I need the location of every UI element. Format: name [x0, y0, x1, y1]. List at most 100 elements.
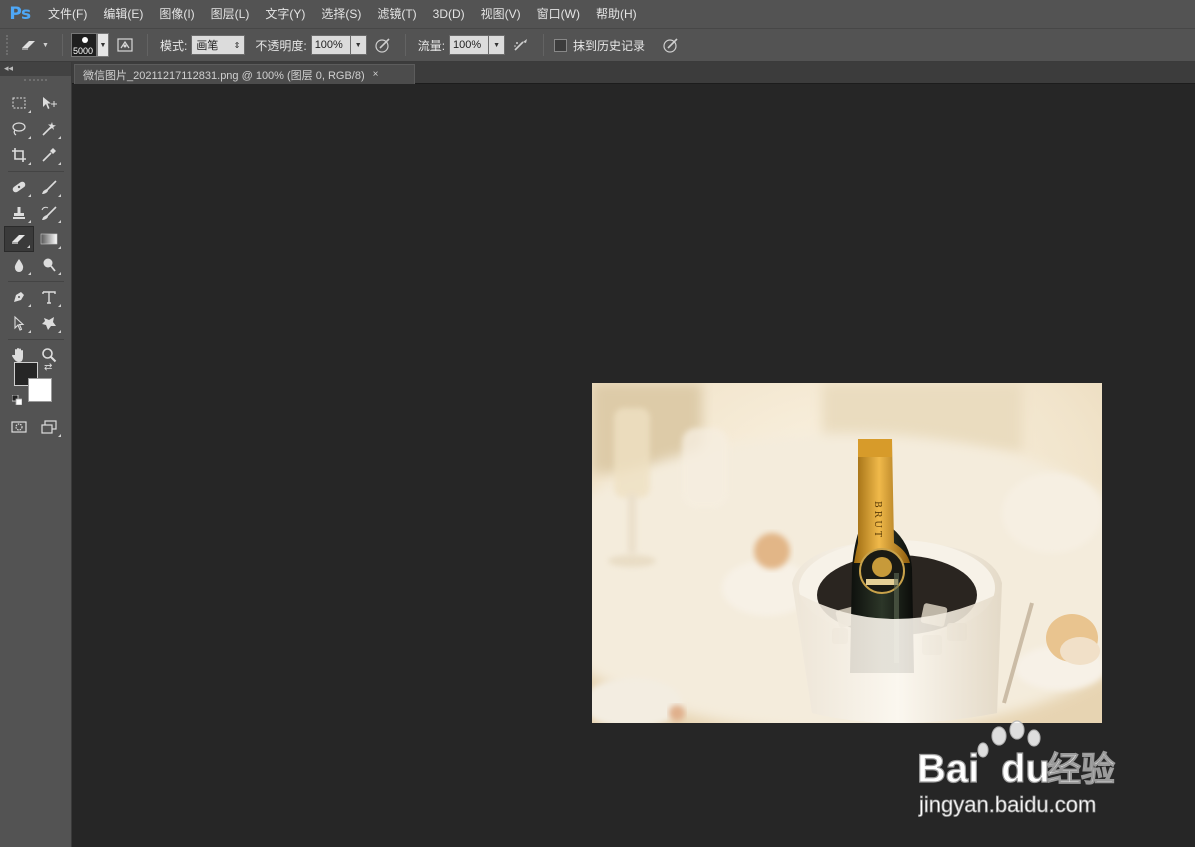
- separator: [62, 34, 63, 56]
- airbrush-button[interactable]: [509, 33, 533, 57]
- quick-mask-icon: [11, 421, 27, 433]
- erase-history-label: 抹到历史记录: [573, 38, 646, 53]
- brush-panel-icon: [117, 38, 133, 52]
- baidu-watermark: Bai du 经验 jingyan.baidu.com: [913, 718, 1133, 823]
- watermark-url: jingyan.baidu.com: [918, 792, 1096, 817]
- marquee-icon: [12, 97, 26, 109]
- brush-tip-icon: [82, 37, 88, 43]
- menu-window[interactable]: 窗口(W): [529, 0, 588, 28]
- chevron-down-icon: ▼: [354, 41, 362, 49]
- watermark-brand-cn: 经验: [1047, 750, 1115, 790]
- flow-dropdown[interactable]: ▼: [489, 35, 506, 55]
- watermark-brand-du: du: [1001, 747, 1050, 791]
- menu-type[interactable]: 文字(Y): [257, 0, 313, 28]
- bottle-label-text: BRUT: [872, 501, 882, 540]
- menu-layer[interactable]: 图层(L): [203, 0, 258, 28]
- type-icon: [42, 291, 56, 304]
- history-brush-tool[interactable]: [34, 200, 64, 226]
- brush-icon: [42, 180, 57, 194]
- color-swatches: ⇄: [4, 362, 68, 422]
- background-color[interactable]: [28, 378, 52, 402]
- dodge-icon: [43, 258, 56, 272]
- custom-shape-tool[interactable]: [34, 310, 64, 336]
- opacity-dropdown[interactable]: ▼: [350, 35, 367, 55]
- menu-3d[interactable]: 3D(D): [425, 0, 473, 28]
- lasso-tool[interactable]: [4, 116, 34, 142]
- brush-preset-picker[interactable]: 5000: [71, 33, 97, 57]
- default-colors-icon[interactable]: [11, 394, 23, 406]
- pen-tool[interactable]: [4, 284, 34, 310]
- stamp-icon: [13, 207, 25, 219]
- erase-history-checkbox[interactable]: [554, 38, 568, 52]
- menu-help[interactable]: 帮助(H): [588, 0, 645, 28]
- magic-wand-tool[interactable]: [34, 116, 64, 142]
- move-tool[interactable]: [34, 90, 64, 116]
- separator: [147, 34, 148, 56]
- crop-tool[interactable]: [4, 142, 34, 168]
- eyedropper-icon: [42, 148, 56, 162]
- eraser-icon: [22, 41, 35, 50]
- quick-mask-button[interactable]: [4, 414, 34, 440]
- opacity-input[interactable]: 100%: [310, 35, 351, 55]
- opacity-label: 不透明度:: [255, 38, 307, 53]
- healing-brush-tool[interactable]: [4, 174, 34, 200]
- clone-stamp-tool[interactable]: [4, 200, 34, 226]
- mode-select[interactable]: 画笔 ⇕: [191, 35, 246, 55]
- menu-bar: Ps 文件(F) 编辑(E) 图像(I) 图层(L) 文字(Y) 选择(S) 滤…: [0, 0, 1195, 28]
- pressure-size-button[interactable]: [659, 33, 683, 57]
- path-select-icon: [14, 315, 25, 331]
- screen-mode-icon: [41, 420, 57, 434]
- eyedropper-tool[interactable]: [34, 142, 64, 168]
- marquee-tool[interactable]: [4, 90, 34, 116]
- eraser-tool[interactable]: [4, 226, 34, 252]
- toolbox-grip[interactable]: [24, 79, 47, 85]
- bandage-icon: [12, 181, 26, 193]
- path-selection-tool[interactable]: [4, 310, 34, 336]
- toolbox: ◂◂ ⇄: [0, 62, 72, 847]
- menu-edit[interactable]: 编辑(E): [95, 0, 151, 28]
- tool-preset-picker[interactable]: ▼: [20, 33, 56, 57]
- brush-size: 5000: [73, 46, 94, 56]
- toolbox-collapse[interactable]: ◂◂: [0, 62, 71, 76]
- document-tab-bar: 微信图片_20211217112831.png @ 100% (图层 0, RG…: [72, 62, 1195, 84]
- airbrush-icon: [514, 39, 528, 51]
- menu-image[interactable]: 图像(I): [151, 0, 202, 28]
- document-tab-title: 微信图片_20211217112831.png @ 100% (图层 0, RG…: [83, 69, 365, 82]
- crop-icon: [12, 148, 26, 162]
- champagne-photo: BRUT: [592, 383, 1102, 723]
- close-icon[interactable]: ×: [373, 69, 379, 80]
- dodge-tool[interactable]: [34, 252, 64, 278]
- pen-pressure-size-icon: [663, 38, 678, 53]
- gradient-tool[interactable]: [34, 226, 64, 252]
- mode-row: [4, 414, 68, 440]
- brush-preset-dropdown[interactable]: ▼: [97, 33, 109, 57]
- brush-panel-toggle[interactable]: [113, 33, 137, 57]
- type-tool[interactable]: [34, 284, 64, 310]
- options-bar-grip[interactable]: [6, 35, 12, 55]
- swap-colors-icon[interactable]: ⇄: [44, 362, 52, 373]
- menu-file[interactable]: 文件(F): [40, 0, 95, 28]
- gradient-icon: [40, 233, 58, 245]
- pressure-opacity-button[interactable]: [371, 33, 395, 57]
- menu-select[interactable]: 选择(S): [313, 0, 369, 28]
- magic-wand-icon: [42, 122, 56, 136]
- document-tab[interactable]: 微信图片_20211217112831.png @ 100% (图层 0, RG…: [74, 64, 415, 84]
- separator: [543, 34, 545, 56]
- photoshop-window: Ps 文件(F) 编辑(E) 图像(I) 图层(L) 文字(Y) 选择(S) 滤…: [0, 0, 1195, 847]
- pen-icon: [14, 292, 24, 302]
- history-brush-icon: [41, 206, 57, 220]
- blur-tool[interactable]: [4, 252, 34, 278]
- brush-tool[interactable]: [34, 174, 64, 200]
- pen-pressure-icon: [375, 38, 390, 53]
- menu-filter[interactable]: 滤镜(T): [369, 0, 424, 28]
- move-icon: [43, 97, 57, 109]
- screen-mode-button[interactable]: [34, 414, 64, 440]
- flow-input[interactable]: 100%: [449, 35, 490, 55]
- canvas-image[interactable]: BRUT: [592, 383, 1102, 723]
- menu-view[interactable]: 视图(V): [473, 0, 529, 28]
- chevron-down-icon: ▼: [42, 41, 49, 49]
- chevron-down-icon: ▼: [99, 41, 107, 49]
- drop-icon: [14, 259, 24, 272]
- zoom-icon: [42, 348, 57, 363]
- lasso-icon: [12, 122, 26, 136]
